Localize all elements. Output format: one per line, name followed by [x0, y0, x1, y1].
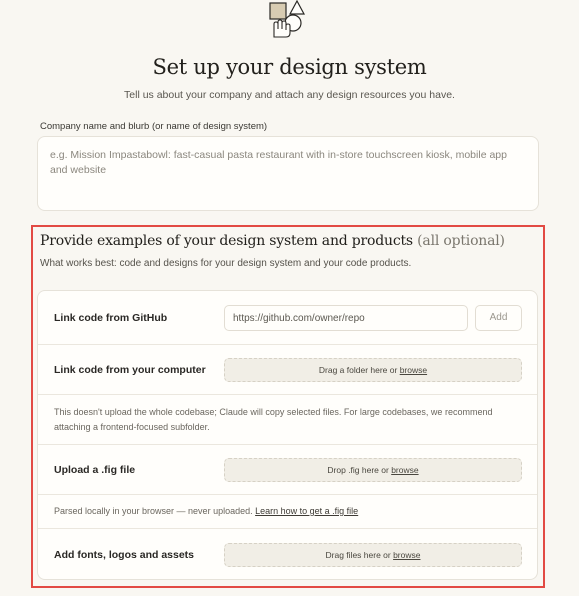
- fig-note: Parsed locally in your browser — never u…: [54, 504, 358, 519]
- fig-browse-link[interactable]: browse: [391, 465, 418, 475]
- folder-drop-zone[interactable]: Drag a folder here or browse: [224, 358, 522, 382]
- github-row: Link code from GitHub https://github.com…: [38, 291, 537, 345]
- assets-drop-text: Drag files here or: [325, 550, 394, 560]
- computer-note-row: This doesn't upload the whole codebase; …: [38, 395, 537, 445]
- computer-row: Link code from your computer Drag a fold…: [38, 345, 537, 395]
- fig-label: Upload a .fig file: [54, 464, 136, 476]
- computer-label: Link code from your computer: [54, 364, 206, 376]
- github-label: Link code from GitHub: [54, 312, 168, 324]
- assets-browse-link[interactable]: browse: [393, 550, 420, 560]
- company-blurb-input[interactable]: e.g. Mission Impastabowl: fast-casual pa…: [37, 136, 539, 211]
- assets-label: Add fonts, logos and assets: [54, 549, 195, 561]
- examples-card: Link code from GitHub https://github.com…: [37, 290, 538, 580]
- page-title: Set up your design system: [152, 55, 427, 79]
- examples-section-title: Provide examples of your design system a…: [40, 233, 505, 249]
- fig-drop-text: Drop .fig here or: [327, 465, 392, 475]
- page-subtitle: Tell us about your company and attach an…: [124, 89, 455, 101]
- assets-row: Add fonts, logos and assets Drag files h…: [38, 529, 537, 579]
- github-add-button[interactable]: Add: [475, 305, 522, 331]
- github-url-input[interactable]: https://github.com/owner/repo: [224, 305, 468, 331]
- fig-note-text: Parsed locally in your browser — never u…: [54, 506, 256, 516]
- examples-title-main: Provide examples of your design system a…: [40, 233, 413, 249]
- examples-title-optional: (all optional): [417, 233, 505, 249]
- fig-help-link[interactable]: Learn how to get a .fig file: [255, 506, 358, 516]
- folder-drop-text: Drag a folder here or: [318, 365, 400, 375]
- assets-drop-zone[interactable]: Drag files here or browse: [224, 543, 522, 567]
- fig-row: Upload a .fig file Drop .fig here or bro…: [38, 445, 537, 495]
- fig-drop-zone[interactable]: Drop .fig here or browse: [224, 458, 522, 482]
- folder-browse-link[interactable]: browse: [400, 365, 427, 375]
- examples-section-subtitle: What works best: code and designs for yo…: [40, 258, 412, 269]
- company-field-label: Company name and blurb (or name of desig…: [40, 121, 268, 132]
- design-system-logo-icon: [269, 0, 306, 38]
- computer-note: This doesn't upload the whole codebase; …: [54, 407, 493, 432]
- fig-note-row: Parsed locally in your browser — never u…: [38, 495, 537, 529]
